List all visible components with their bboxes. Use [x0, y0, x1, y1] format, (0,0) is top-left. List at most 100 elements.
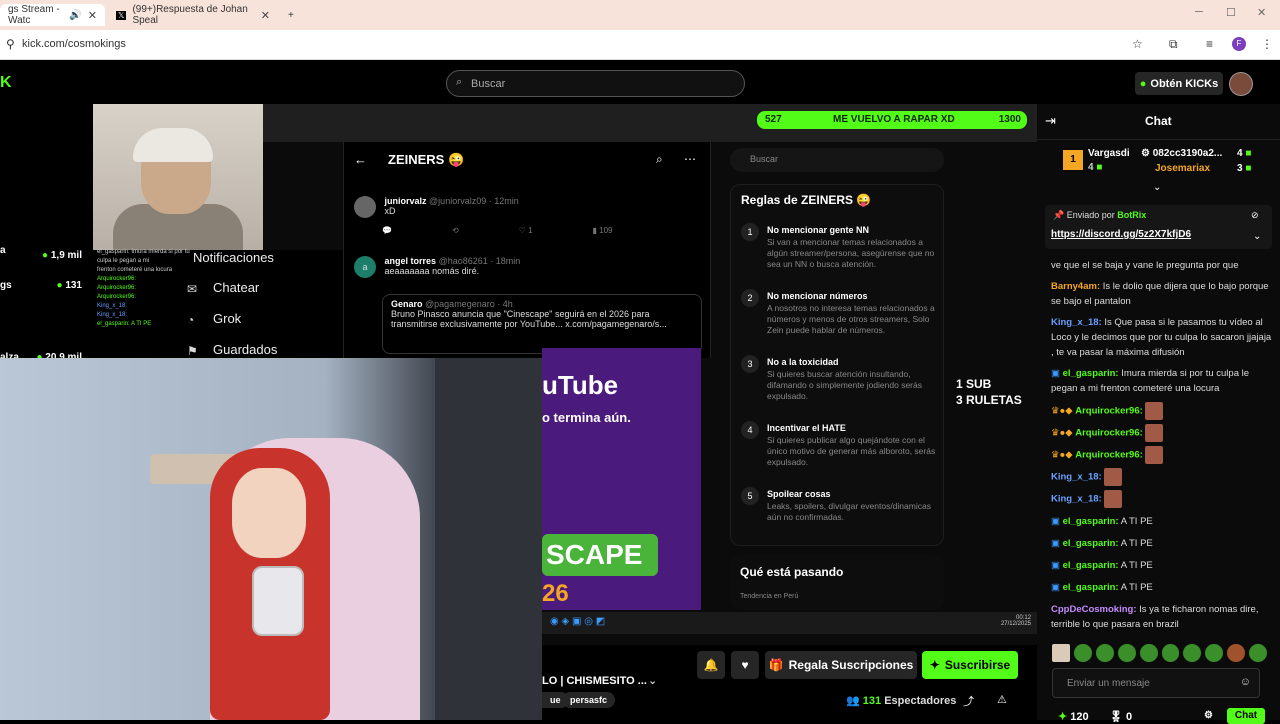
chat-message: King_x_18:	[1051, 490, 1273, 508]
rules-title: Reglas de ZEINERS 😜	[741, 193, 872, 207]
speaker-icon[interactable]: 🔊	[69, 10, 81, 21]
leader-value: 3 ■	[1237, 163, 1252, 174]
chat-message: CppDeCosmoking: Is ya te ficharon nomas …	[1051, 604, 1259, 630]
subscribe-button[interactable]: ✦ Suscribirse	[922, 651, 1018, 679]
rank-badge: 1	[1063, 150, 1083, 170]
rule-title: No a la toxicidad	[767, 357, 839, 367]
collapse-chat-icon[interactable]: ⇥	[1045, 113, 1056, 129]
address-bar: ⚲ kick.com/cosmokings ☆ ⧉ ≡ F ⋮	[0, 30, 1280, 60]
menu-dots-icon[interactable]: ⋮	[1261, 37, 1273, 51]
emote-button[interactable]	[1183, 644, 1202, 662]
quoted-post: Genaro @pagamegenaro · 4h Bruno Pinasco …	[382, 294, 702, 354]
close-tab-icon[interactable]: ✕	[261, 9, 270, 22]
close-tab-icon[interactable]: ✕	[88, 9, 97, 22]
webcam-person-face	[232, 468, 306, 558]
chat-header: ⇥ Chat	[1037, 104, 1280, 140]
chat-message: ▣ el_gasparin: A TI PE	[1051, 516, 1153, 527]
extensions-icon[interactable]: ⧉	[1169, 37, 1178, 52]
browser-tab[interactable]: 𝕏 (99+)Respuesta de Johan Speal ✕	[108, 4, 278, 26]
search-icon: ⌕	[456, 76, 463, 88]
chat-leaderboard: 1 Vargasdi 4 ■ ⚙ 082cc3190a2... 4 ■ Jose…	[1063, 148, 1263, 176]
emoji-icon[interactable]: ☺	[1240, 676, 1251, 688]
minimize-icon[interactable]: ─	[1195, 6, 1203, 18]
x-community-column: ← ZEINERS 😜 ⌕ ⋯ juniorvalz @juniorvalz09…	[343, 142, 711, 358]
rule-desc: Si quieres publicar algo quejándote con …	[767, 435, 936, 467]
unpin-icon[interactable]: ⊘	[1251, 210, 1259, 221]
post-avatar: a	[354, 256, 376, 278]
chat-emote	[1104, 490, 1123, 508]
share-icon[interactable]: ⤴	[963, 693, 974, 709]
post-author: juniorvalz	[384, 196, 427, 206]
nav-notificaciones: Notificaciones	[193, 250, 274, 265]
stream-title: LO | CHISMESITO ...	[542, 675, 647, 687]
media-icon[interactable]: ≡	[1206, 37, 1213, 51]
chevron-down-icon[interactable]: ⌄	[648, 674, 657, 687]
profile-icon[interactable]: F	[1232, 37, 1246, 51]
post-avatar	[354, 196, 376, 218]
chat-input-placeholder: Enviar un mensaje	[1067, 678, 1150, 689]
sub-goal-bar: 527 ME VUELVO A RAPAR XD 1300	[757, 111, 1027, 129]
emote-button[interactable]	[1117, 644, 1136, 662]
pinned-message: 📌 Enviado por BotRix ⊘ https://discord.g…	[1045, 205, 1272, 249]
chat-message: ▣ el_gasparin: A TI PE	[1051, 560, 1153, 571]
kick-logo-icon[interactable]: K	[0, 74, 12, 92]
user-avatar[interactable]	[1229, 72, 1253, 96]
rule-number: 5	[741, 487, 759, 505]
promo-year: 26	[542, 580, 569, 607]
post-text: xD	[384, 206, 396, 216]
chat-message-input[interactable]: Enviar un mensaje ☺	[1052, 668, 1260, 698]
bell-icon[interactable]: 🔔	[697, 651, 725, 679]
chat-message: King_x_18: Is Que pasa si le pasamos tu …	[1051, 317, 1272, 358]
leader-name: ⚙ 082cc3190a2...	[1141, 148, 1223, 159]
mini-chat-line: King_x_18:	[97, 303, 128, 309]
search-input[interactable]: ⌕ Buscar	[446, 70, 745, 97]
expand-leaderboard-icon[interactable]: ⌄	[1153, 182, 1161, 193]
x-post: a angel torres @hao86261 · 18min aeaaaaa…	[354, 256, 704, 278]
emote-button[interactable]	[1205, 644, 1224, 662]
close-window-icon[interactable]: ✕	[1257, 6, 1266, 19]
mini-chat-line: Arquirocker96:	[97, 294, 137, 300]
channel-name: a	[0, 245, 6, 256]
maximize-icon[interactable]: ☐	[1226, 6, 1236, 19]
pinned-link[interactable]: https://discord.gg/5z2X7kfjD6	[1051, 229, 1191, 240]
emote-button[interactable]	[1095, 644, 1114, 662]
sidebar-channel[interactable]: gs ● 131	[0, 280, 88, 291]
rule-title: Incentivar el HATE	[767, 423, 846, 433]
nav-grok: Grok	[213, 311, 242, 326]
happening-sub: Tendencia en Perú	[740, 593, 799, 600]
chat-title: Chat	[1145, 114, 1172, 128]
emote-button[interactable]	[1161, 644, 1180, 662]
leader-value: 4 ■	[1088, 162, 1103, 173]
report-icon[interactable]: ⚠	[997, 693, 1007, 706]
url-field[interactable]: kick.com/cosmokings	[22, 38, 126, 50]
kicks-balance[interactable]: ✦ 120	[1058, 710, 1089, 723]
send-chat-button[interactable]: Chat	[1227, 708, 1265, 724]
browser-tab[interactable]: gs Stream - Watc 🔊 ✕	[0, 4, 105, 26]
guest-webcam	[0, 358, 542, 720]
emote-button[interactable]	[1073, 644, 1092, 662]
points-balance[interactable]: 🎖 0	[1109, 710, 1132, 723]
chat-emote	[1145, 446, 1164, 464]
heart-icon[interactable]: ♥	[731, 651, 759, 679]
chevron-down-icon[interactable]: ⌄	[1253, 231, 1261, 242]
new-tab-button[interactable]: +	[280, 4, 302, 26]
emote-button[interactable]	[1052, 644, 1070, 662]
emote-button[interactable]	[1249, 644, 1268, 662]
star-icon[interactable]: ☆	[1132, 37, 1143, 51]
promo-text: o termina aún.	[542, 410, 631, 425]
emote-button[interactable]	[1139, 644, 1158, 662]
chat-emote	[1145, 424, 1164, 442]
stream-tag[interactable]: persasfc	[562, 692, 616, 708]
settings-gear-icon[interactable]: ⚙	[1204, 710, 1213, 721]
mini-chat-line: Arquirocker96:	[97, 276, 137, 282]
sidebar-channel[interactable]: a	[0, 245, 88, 256]
gift-subs-button[interactable]: 🎁 Regala Suscripciones	[765, 651, 917, 679]
community-rules: Reglas de ZEINERS 😜 1 No mencionar gente…	[730, 184, 944, 546]
emote-button[interactable]	[1227, 644, 1246, 662]
chat-message: ve que el se baja y vane le pregunta por…	[1051, 260, 1239, 271]
search-placeholder: Buscar	[471, 78, 506, 90]
get-kicks-button[interactable]: ● Obtén KICKs	[1135, 72, 1223, 95]
overlay-mini-chat: el_gasparin: Imura mierda si por tu culp…	[97, 248, 193, 329]
leader-name: Josemariax	[1155, 163, 1211, 174]
site-info-icon[interactable]: ⚲	[6, 37, 15, 51]
